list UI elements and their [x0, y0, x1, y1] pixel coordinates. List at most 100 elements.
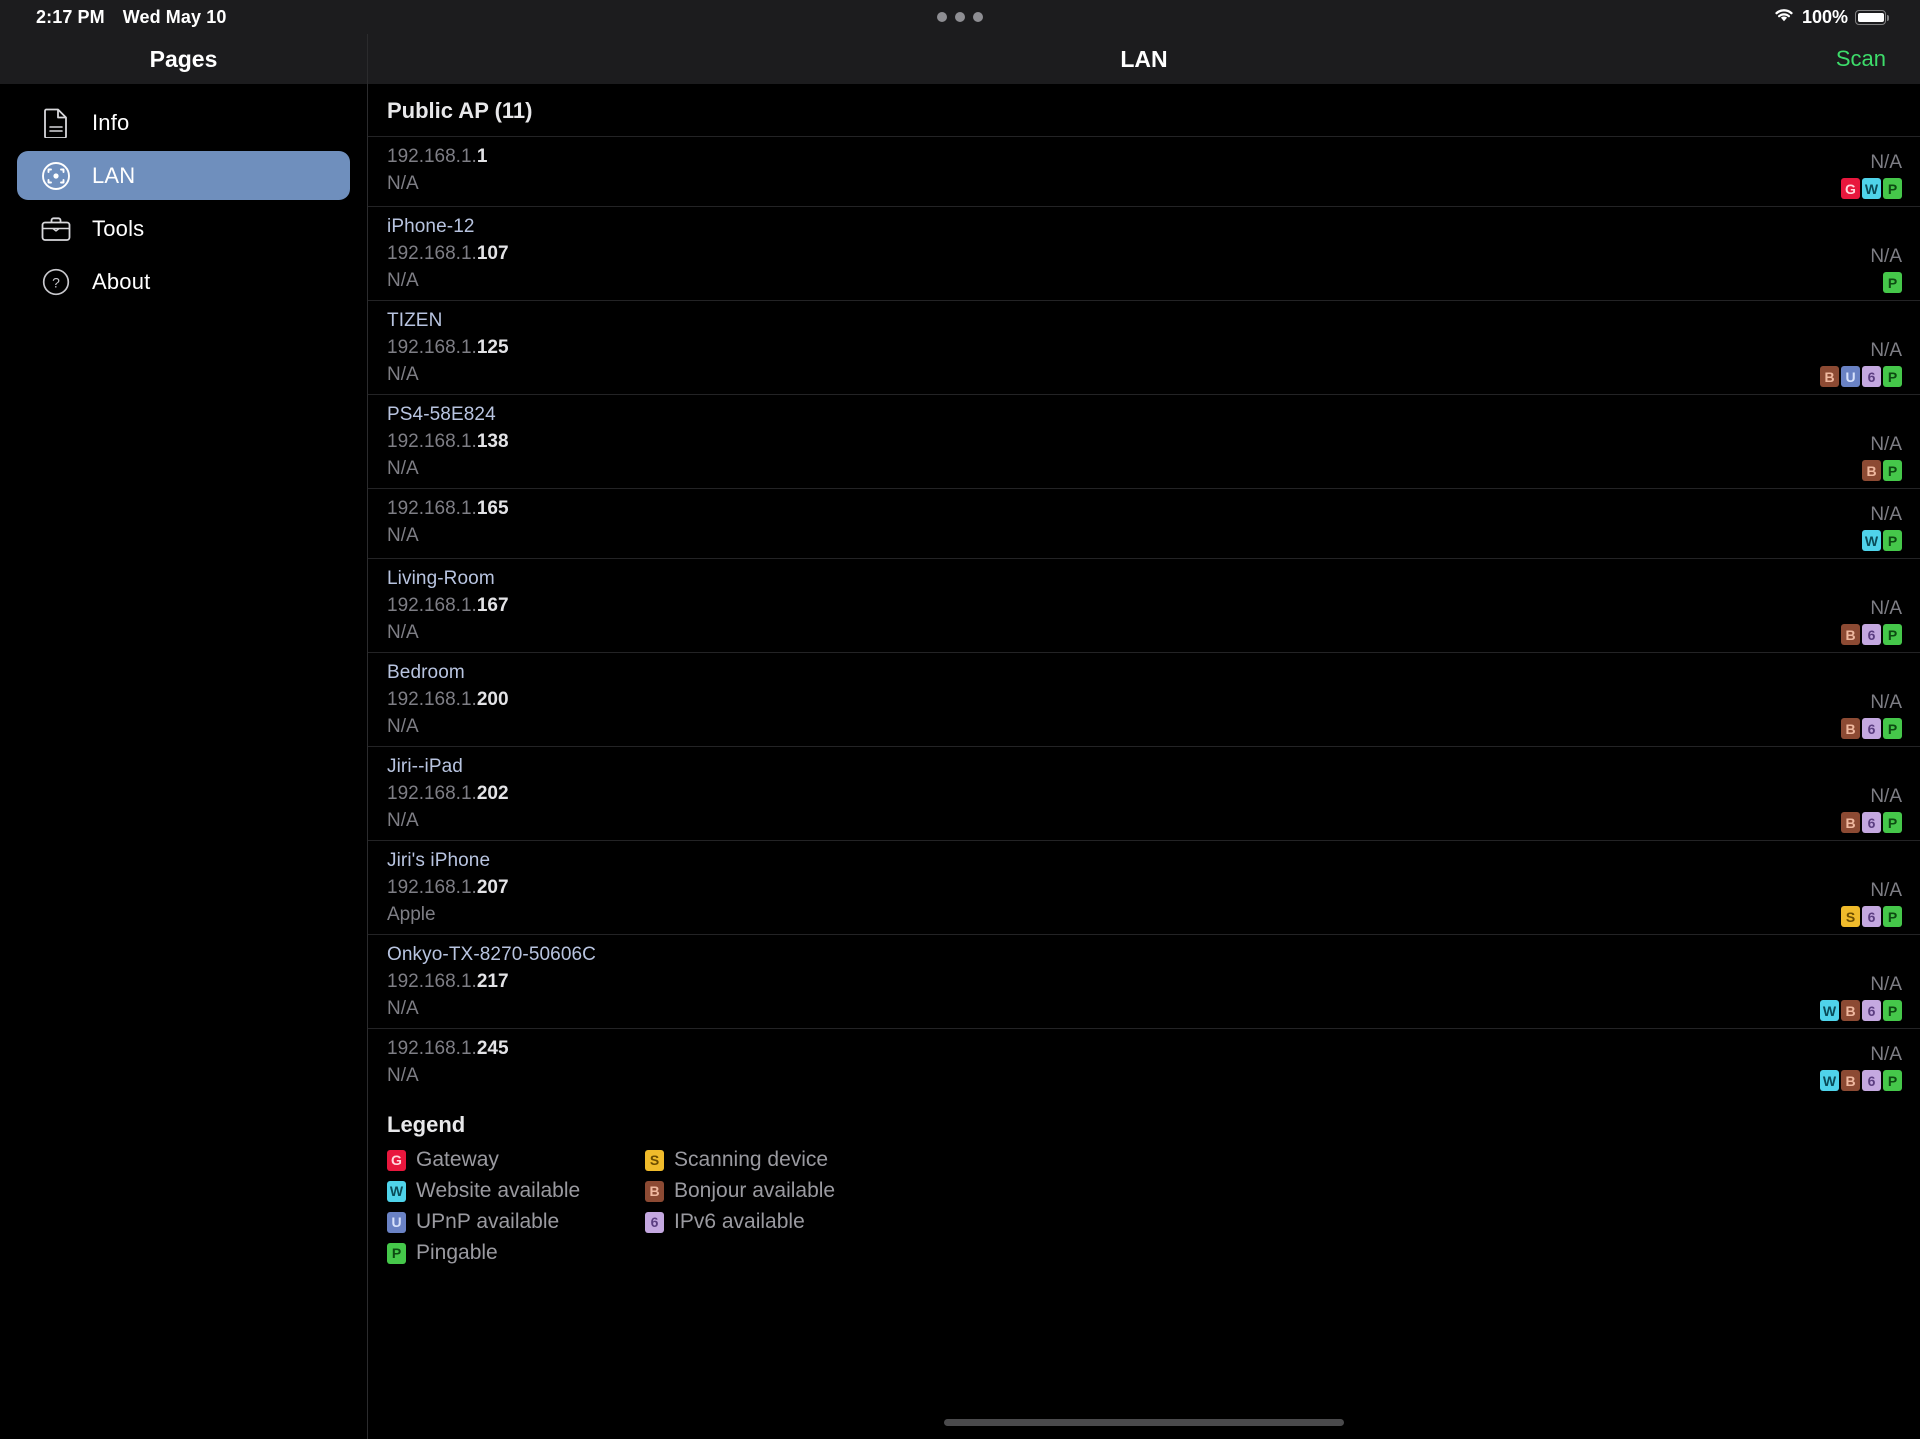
- sidebar-item-lan[interactable]: LAN: [17, 151, 350, 200]
- device-info: Jiri's iPhone 192.168.1.207 Apple: [387, 848, 509, 927]
- legend-label: Bonjour available: [674, 1179, 836, 1202]
- table-row[interactable]: Jiri--iPad 192.168.1.202 N/A N/A B 6 P: [368, 746, 1920, 840]
- device-badges: WB6P: [1820, 1070, 1902, 1091]
- sidebar-item-tools[interactable]: Tools: [17, 204, 350, 253]
- device-ip: 192.168.1.167: [387, 593, 509, 618]
- table-row[interactable]: iPhone-12 192.168.1.107 N/A N/A P: [368, 206, 1920, 300]
- table-row[interactable]: TIZEN 192.168.1.125 N/A N/A B U 6 P: [368, 300, 1920, 394]
- legend-badge: S: [645, 1149, 664, 1171]
- status-badge: P: [1883, 1070, 1902, 1091]
- device-ip: 192.168.1.165: [387, 496, 509, 521]
- status-badge: B: [1841, 812, 1860, 833]
- table-row[interactable]: PS4-58E824 192.168.1.138 N/A N/A B P: [368, 394, 1920, 488]
- scan-button[interactable]: Scan: [1836, 46, 1886, 72]
- home-indicator: [368, 1419, 1920, 1426]
- legend-label: Scanning device: [674, 1148, 829, 1171]
- table-row[interactable]: Bedroom 192.168.1.200 N/A N/A B 6 P: [368, 652, 1920, 746]
- status-badge: S: [1841, 906, 1860, 927]
- table-row[interactable]: 192.168.1.245 N/A N/A W B 6 P: [368, 1028, 1920, 1098]
- status-badge: B: [1820, 366, 1839, 387]
- device-info: Jiri--iPad 192.168.1.202 N/A: [387, 754, 509, 833]
- battery-percent-label: 100%: [1801, 6, 1848, 27]
- device-ip-octet: 202: [476, 783, 509, 804]
- legend-item: U UPnP available: [387, 1210, 645, 1234]
- device-vendor: Apple: [387, 904, 436, 925]
- table-row[interactable]: Jiri's iPhone 192.168.1.207 Apple N/A S 6 P: [368, 840, 1920, 934]
- status-badge: P: [1883, 366, 1902, 387]
- device-response-time: N/A: [1870, 504, 1902, 525]
- navigation-bar: LAN Scan: [368, 34, 1920, 84]
- device-ip-octet: 125: [476, 337, 509, 358]
- status-badge: P: [1883, 812, 1902, 833]
- status-bar: 2:17 PM Wed May 10 100%: [0, 0, 1920, 34]
- device-vendor: N/A: [387, 810, 419, 831]
- status-badge: 6: [1862, 812, 1881, 833]
- status-badge: 6: [1862, 366, 1881, 387]
- status-badge: P: [1883, 624, 1902, 645]
- status-badge: P: [1883, 530, 1902, 551]
- sidebar-item-about[interactable]: ? About: [17, 257, 350, 306]
- sidebar-title: Pages: [149, 45, 218, 72]
- device-ip-octet: 217: [476, 971, 509, 992]
- legend-label: Website available: [416, 1179, 581, 1202]
- status-badge: W: [1862, 178, 1881, 199]
- device-ip: 192.168.1.138: [387, 429, 509, 454]
- device-ip: 192.168.1.245: [387, 1036, 509, 1061]
- legend-item: G Gateway: [387, 1148, 645, 1172]
- device-ip-octet: 200: [476, 689, 509, 710]
- legend-item: 6 IPv6 available: [645, 1210, 903, 1234]
- sidebar-item-info[interactable]: Info: [17, 98, 350, 147]
- device-ip: 192.168.1.200: [387, 687, 509, 712]
- sidebar-item-label: About: [92, 268, 151, 294]
- status-badge: W: [1820, 1000, 1839, 1021]
- device-vendor: N/A: [387, 458, 419, 479]
- device-ip-prefix: 192.168.1.: [387, 243, 477, 264]
- lan-scroll-content[interactable]: Public AP (11) 192.168.1.1 N/A N/A G W PiPhon…: [368, 84, 1920, 1439]
- device-response-time: N/A: [1870, 786, 1902, 807]
- device-name: Onkyo-TX-8270-50606C: [387, 944, 596, 965]
- battery-full-icon: [1855, 9, 1889, 25]
- device-ip-prefix: 192.168.1.: [387, 971, 477, 992]
- device-response-time: N/A: [1870, 1044, 1902, 1065]
- legend-label: IPv6 available: [674, 1210, 805, 1233]
- device-name: PS4-58E824: [387, 404, 496, 425]
- device-status: N/A B 6 P: [1841, 566, 1920, 645]
- device-vendor: N/A: [387, 364, 419, 385]
- device-status: N/A B 6 P: [1841, 660, 1920, 739]
- legend-badge: B: [645, 1180, 664, 1202]
- legend-badge: P: [387, 1242, 406, 1264]
- split-view: Pages Info LAN Tools ? About LAN Scan Pu…: [0, 34, 1920, 1439]
- status-badge: B: [1841, 1070, 1860, 1091]
- device-list: 192.168.1.1 N/A N/A G W PiPhone-12 192.168.1.1…: [368, 136, 1920, 1098]
- device-info: Onkyo-TX-8270-50606C 192.168.1.217 N/A: [387, 942, 596, 1021]
- legend-label: Pingable: [416, 1241, 498, 1264]
- device-ip-octet: 245: [476, 1038, 509, 1059]
- multitasking-dots-icon[interactable]: [937, 12, 983, 22]
- status-badge: B: [1841, 718, 1860, 739]
- table-row[interactable]: 192.168.1.1 N/A N/A G W P: [368, 136, 1920, 206]
- device-info: TIZEN 192.168.1.125 N/A: [387, 308, 509, 387]
- device-status: N/A G W P: [1841, 144, 1920, 199]
- legend-badge: W: [387, 1180, 406, 1202]
- device-ip: 192.168.1.107: [387, 241, 509, 266]
- device-ip-octet: 165: [476, 498, 509, 519]
- device-info: iPhone-12 192.168.1.107 N/A: [387, 214, 509, 293]
- device-vendor: N/A: [387, 998, 419, 1019]
- status-bar-time: 2:17 PM: [36, 6, 105, 27]
- device-name: Jiri--iPad: [387, 756, 463, 777]
- status-bar-date: Wed May 10: [122, 6, 227, 27]
- device-name: Bedroom: [387, 662, 465, 683]
- device-ip-octet: 1: [476, 146, 488, 167]
- legend-item: P Pingable: [387, 1241, 645, 1265]
- table-row[interactable]: Onkyo-TX-8270-50606C 192.168.1.217 N/A N/A W…: [368, 934, 1920, 1028]
- sidebar-list: Info LAN Tools ? About: [0, 84, 367, 306]
- table-row[interactable]: 192.168.1.165 N/A N/A W P: [368, 488, 1920, 558]
- device-ip-octet: 138: [476, 431, 509, 452]
- status-badge: P: [1883, 906, 1902, 927]
- device-info: Living-Room 192.168.1.167 N/A: [387, 566, 509, 645]
- status-badge: B: [1841, 1000, 1860, 1021]
- device-ip-prefix: 192.168.1.: [387, 431, 477, 452]
- legend-title: Legend: [387, 1112, 466, 1137]
- device-ip-prefix: 192.168.1.: [387, 1038, 477, 1059]
- table-row[interactable]: Living-Room 192.168.1.167 N/A N/A B 6 P: [368, 558, 1920, 652]
